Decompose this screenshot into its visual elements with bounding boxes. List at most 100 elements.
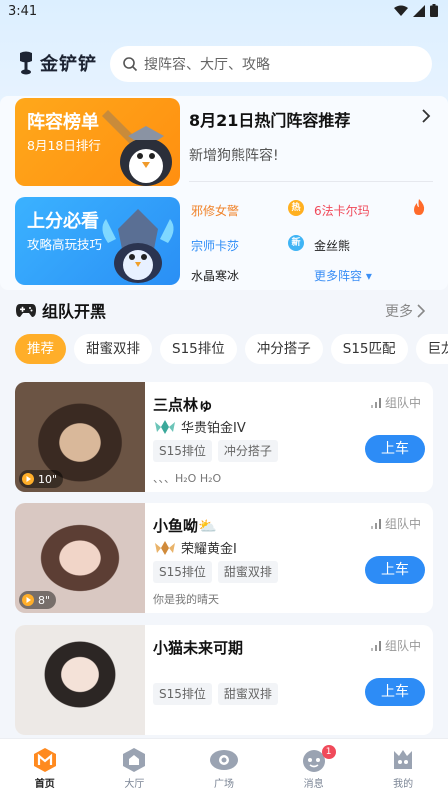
plaza-icon (209, 750, 238, 770)
team-card[interactable]: 小猫未来可期 组队中 S15排位 甜蜜双排 上车 (15, 625, 433, 735)
join-button[interactable]: 上车 (365, 678, 425, 706)
team-status: 组队中 (370, 515, 421, 532)
tab-label: 我的 (393, 779, 414, 790)
comp-item[interactable]: 宗师卡莎 (191, 237, 239, 254)
chip-climb-buddy[interactable]: 冲分搭子 (244, 334, 323, 364)
chip-recommend[interactable]: 推荐 (15, 334, 66, 364)
shovel-logo-icon (20, 51, 32, 75)
join-button[interactable]: 上车 (365, 556, 425, 584)
tab-plaza[interactable]: 广场 (179, 739, 269, 796)
search-icon (123, 57, 138, 72)
gamepad-icon (16, 304, 36, 317)
team-status: 组队中 (370, 637, 421, 654)
voice-duration-badge[interactable]: 10" (19, 470, 64, 488)
tag: 冲分搭子 (217, 440, 278, 462)
comp-item[interactable]: 金丝熊 (314, 237, 350, 254)
duration-text: 8" (38, 593, 51, 607)
more-label: 更多 (385, 304, 413, 320)
team-more-link[interactable]: 更多 (385, 301, 425, 321)
banner-title: 阵容榜单 (27, 112, 99, 133)
status-bar: 3:41 (0, 0, 448, 26)
tab-messages[interactable]: 1 消息 (269, 739, 359, 796)
signal-icon (413, 4, 425, 17)
bottom-tab-bar: 首页 大厅 广场 1 消息 我的 (0, 738, 448, 796)
banner-title: 上分必看 (27, 211, 99, 232)
banner-subtitle: 攻略高玩技巧 (27, 237, 103, 252)
new-badge-icon: 新 (288, 235, 304, 251)
filter-chips: 推荐 甜蜜双排 S15排位 冲分搭子 S15匹配 巨龙 (15, 334, 448, 364)
hot-badge-icon: 热 (288, 200, 304, 216)
gold-rank-icon (155, 540, 175, 555)
tab-label: 广场 (213, 779, 234, 790)
team-card[interactable]: 10" 三点林ゅ 组队中 华贵铂金IV S15排位 冲分搭子 、、、H₂O H₂… (15, 382, 433, 492)
play-icon (22, 473, 34, 485)
status-text: 组队中 (384, 639, 421, 653)
battery-icon (430, 4, 438, 17)
more-comps-link[interactable]: 更多阵容 ▾ (314, 267, 372, 284)
voice-duration-badge[interactable]: 8" (19, 591, 57, 609)
recommend-subtitle: 新增狗熊阵容! (189, 148, 279, 164)
unread-badge: 1 (321, 745, 336, 759)
status-text: 组队中 (384, 396, 421, 410)
user-name: 小鱼呦⛅ (153, 517, 217, 535)
header: 金铲铲 搜阵容、大厅、攻略 (0, 44, 448, 84)
duration-text: 10" (38, 472, 58, 486)
status-text: 组队中 (384, 517, 421, 531)
user-bio: 、、、H₂O H₂O (153, 472, 222, 485)
comp-item[interactable]: 水晶寒冰 (191, 267, 239, 284)
status-time: 3:41 (8, 4, 38, 19)
user-bio: 你是我的晴天 (153, 593, 219, 606)
tab-label: 消息 (303, 779, 324, 790)
signal-bars-icon (370, 640, 381, 651)
user-name: 小猫未来可期 (153, 639, 244, 657)
tab-label: 大厅 (124, 779, 145, 790)
rank-info: 华贵铂金IV (153, 417, 246, 436)
flame-icon (414, 199, 425, 215)
team-status: 组队中 (370, 394, 421, 411)
tag: S15排位 (153, 683, 212, 705)
rank-label: 华贵铂金IV (181, 421, 246, 436)
wifi-icon (394, 5, 408, 16)
chevron-right-icon (417, 304, 425, 318)
banner-must-read[interactable]: 上分必看 攻略高玩技巧 (15, 197, 180, 285)
team-section-header: 组队开黑 (16, 298, 106, 322)
tag: 甜蜜双排 (217, 561, 278, 583)
tag: S15排位 (153, 440, 212, 462)
penguin-knight-icon (102, 209, 174, 283)
user-name: 三点林ゅ (153, 396, 214, 414)
recommend-title[interactable]: 8月21日热门阵容推荐 (189, 107, 350, 131)
tab-label: 首页 (34, 779, 55, 790)
tag: S15排位 (153, 561, 212, 583)
divider (189, 181, 433, 182)
search-placeholder: 搜阵容、大厅、攻略 (144, 57, 270, 73)
chip-s15-match[interactable]: S15匹配 (330, 334, 408, 364)
rank-info: 荣耀黄金I (153, 538, 237, 557)
rank-label: 荣耀黄金I (181, 542, 237, 557)
chevron-right-icon[interactable] (421, 108, 431, 124)
chip-s15-ranked[interactable]: S15排位 (160, 334, 237, 364)
lobby-icon (123, 748, 146, 772)
banner-lineup-ranking[interactable]: 阵容榜单 8月18日排行 (15, 98, 180, 186)
tab-home[interactable]: 首页 (0, 739, 90, 796)
chip-sweet-duo[interactable]: 甜蜜双排 (74, 334, 152, 364)
tag-list: S15排位 冲分搭子 (153, 440, 278, 462)
tag-list: S15排位 甜蜜双排 (153, 683, 278, 705)
chip-dragon[interactable]: 巨龙 (415, 334, 448, 364)
tab-lobby[interactable]: 大厅 (90, 739, 180, 796)
signal-bars-icon (370, 397, 381, 408)
signal-bars-icon (370, 518, 381, 529)
team-card[interactable]: 8" 小鱼呦⛅ 组队中 荣耀黄金I S15排位 甜蜜双排 你是我的晴天 上车 (15, 503, 433, 613)
profile-icon (394, 750, 413, 769)
comp-item[interactable]: 邪修女警 (191, 202, 239, 219)
app-name: 金铲铲 (40, 54, 97, 75)
search-input[interactable]: 搜阵容、大厅、攻略 (110, 46, 432, 82)
app-logo: 金铲铲 (16, 50, 97, 76)
comp-item[interactable]: 6法卡尔玛 (314, 202, 370, 219)
banner-subtitle: 8月18日排行 (27, 138, 101, 153)
tab-profile[interactable]: 我的 (358, 739, 448, 796)
avatar (15, 625, 145, 735)
section-title: 组队开黑 (42, 302, 107, 321)
home-icon (33, 748, 56, 772)
play-icon (22, 594, 34, 606)
join-button[interactable]: 上车 (365, 435, 425, 463)
